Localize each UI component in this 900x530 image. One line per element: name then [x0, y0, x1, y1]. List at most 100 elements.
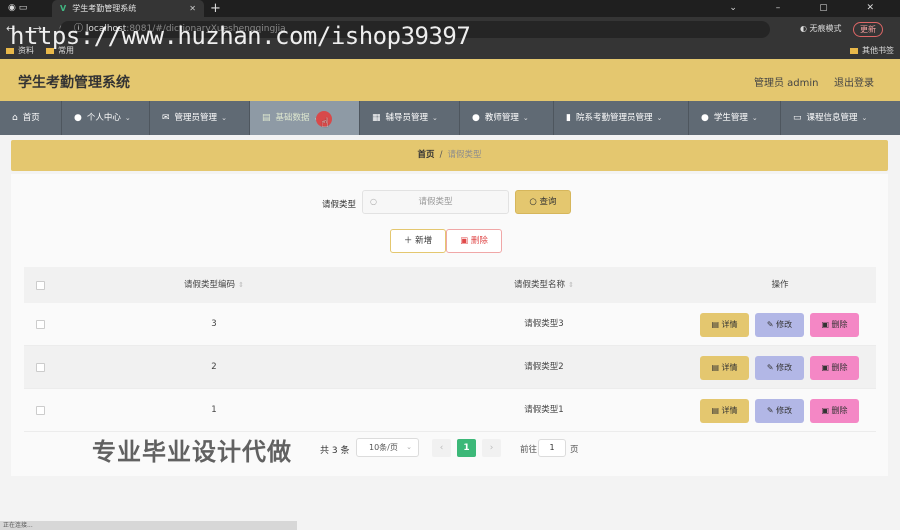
- edit-label: 修改: [776, 320, 793, 329]
- briefcase-icon: ▦: [372, 113, 381, 123]
- table-row: 3 请假类型3 ▤ 详情 ✎ 修改 ▣ 删除: [24, 303, 876, 346]
- chevron-down-icon: ⌄: [861, 114, 868, 122]
- chevron-down-icon: ⌄: [432, 114, 438, 122]
- nav-teacher[interactable]: ● 教师管理 ⌄: [460, 101, 554, 135]
- vue-logo-icon: V: [60, 4, 67, 13]
- edit-label: 修改: [776, 406, 793, 415]
- nav-home[interactable]: ⌂ 首页: [0, 101, 62, 135]
- query-button[interactable]: ○ 查询: [515, 190, 571, 214]
- cell-code: 1: [211, 405, 217, 415]
- cell-name: 请假类型1: [524, 405, 564, 415]
- page-unit-label: 页: [570, 445, 579, 455]
- search-input[interactable]: ○ 请假类型: [362, 190, 509, 214]
- chat-icon: ▤: [262, 113, 271, 123]
- search-placeholder: 请假类型: [418, 197, 453, 207]
- trash-icon: ▣: [821, 320, 832, 329]
- search-icon: ○: [529, 197, 540, 207]
- search-label: 请假类型: [322, 200, 357, 210]
- detail-label: 详情: [721, 363, 738, 372]
- cell-name: 请假类型2: [524, 362, 564, 372]
- browser-tab-strip: ◉ ▭ V 学生考勤管理系统 ✕ + ⌄ – ▢ ✕: [0, 0, 900, 17]
- nav-label: 教师管理: [484, 113, 519, 123]
- column-header-name[interactable]: 请假类型名称 ⇕: [454, 267, 634, 303]
- update-button[interactable]: 更新: [853, 22, 883, 37]
- url-watermark: https://www.huzhan.com/ishop39397: [10, 22, 471, 50]
- nav-label: 学生管理: [713, 113, 748, 123]
- edit-button[interactable]: ✎ 修改: [755, 356, 804, 380]
- batch-delete-label: 删除: [470, 236, 488, 246]
- nav-student[interactable]: ● 学生管理 ⌄: [689, 101, 781, 135]
- nav-dept-attendance[interactable]: ▮ 院系考勤管理员管理 ⌄: [554, 101, 689, 135]
- folder-icon: [850, 47, 858, 54]
- detail-button[interactable]: ▤ 详情: [700, 356, 749, 380]
- sort-icon[interactable]: ⇕: [238, 281, 244, 289]
- close-tab-icon[interactable]: ✕: [189, 0, 196, 17]
- cell-code: 2: [211, 362, 217, 372]
- trash-icon: ▣: [821, 406, 832, 415]
- main-nav: ⌂首页 ●个人中心⌄ ✉管理员管理⌄ ▤基础数据⌄ ▦辅导员管理⌄ ●教师管理⌄…: [0, 101, 900, 135]
- batch-delete-button[interactable]: ▣ 删除: [446, 229, 502, 253]
- goto-page-input[interactable]: 1: [538, 439, 566, 457]
- nav-base-data[interactable]: ▤基础数据⌄: [250, 101, 360, 135]
- cell-name: 请假类型3: [524, 319, 564, 329]
- nav-label: 个人中心: [86, 113, 121, 123]
- column-header-code[interactable]: 请假类型编码 ⇕: [144, 267, 284, 303]
- current-user: 管理员 admin: [754, 78, 819, 89]
- select-all-checkbox[interactable]: [36, 281, 45, 290]
- chevron-down-icon: ⌄: [124, 114, 131, 122]
- breadcrumb-home[interactable]: 首页: [418, 150, 435, 160]
- page-number-current[interactable]: 1: [457, 439, 476, 457]
- row-checkbox[interactable]: [36, 406, 45, 415]
- delete-button[interactable]: ▣ 删除: [810, 399, 859, 423]
- browser-tab-title: 学生考勤管理系统: [72, 4, 137, 13]
- detail-label: 详情: [721, 320, 738, 329]
- delete-button[interactable]: ▣ 删除: [810, 313, 859, 337]
- home-icon: ⌂: [12, 113, 18, 123]
- edit-button[interactable]: ✎ 修改: [755, 313, 804, 337]
- breadcrumb-separator: /: [439, 150, 443, 160]
- nav-label: 课程信息管理: [806, 113, 858, 123]
- add-button[interactable]: ＋ 新增: [390, 229, 446, 253]
- other-bookmarks[interactable]: 其他书签: [850, 42, 894, 59]
- row-checkbox[interactable]: [36, 363, 45, 372]
- row-checkbox[interactable]: [36, 320, 45, 329]
- chevron-down-icon: ⌄: [656, 114, 663, 122]
- incognito-badge[interactable]: ◐ 无痕模式: [800, 23, 842, 34]
- pencil-icon: ✎: [766, 320, 777, 329]
- detail-button[interactable]: ▤ 详情: [700, 313, 749, 337]
- other-bookmarks-label: 其他书签: [862, 46, 894, 55]
- browser-menu-icon[interactable]: ◉ ▭: [8, 3, 27, 13]
- plus-icon: ＋: [403, 236, 416, 246]
- user-icon: ●: [74, 113, 82, 123]
- window-controls[interactable]: ⌄ – ▢ ✕: [729, 0, 892, 17]
- column-header-name-label: 请假类型名称: [514, 280, 566, 290]
- promo-overlay-text: 专业毕业设计代做: [92, 438, 292, 466]
- sort-icon[interactable]: ⇕: [568, 281, 574, 289]
- app-header: 学生考勤管理系统 管理员 admin 退出登录: [0, 59, 900, 101]
- next-page-button[interactable]: ›: [482, 439, 501, 457]
- document-icon: ▤: [711, 406, 722, 415]
- nav-counselor[interactable]: ▦ 辅导员管理 ⌄: [360, 101, 460, 135]
- nav-admin[interactable]: ✉ 管理员管理 ⌄: [150, 101, 250, 135]
- add-button-label: 新增: [415, 236, 433, 246]
- user-icon: ●: [701, 113, 709, 123]
- detail-button[interactable]: ▤ 详情: [700, 399, 749, 423]
- column-header-op: 操作: [771, 280, 789, 290]
- mail-icon: ✉: [162, 113, 170, 123]
- cell-code: 3: [211, 319, 217, 329]
- document-icon: ▤: [711, 320, 722, 329]
- browser-tab[interactable]: V 学生考勤管理系统 ✕: [52, 0, 204, 17]
- nav-course[interactable]: ▭ 课程信息管理 ⌄: [781, 101, 900, 135]
- query-button-label: 查询: [539, 197, 557, 207]
- edit-button[interactable]: ✎ 修改: [755, 399, 804, 423]
- page-size-select[interactable]: 10条/页 ⌄: [356, 438, 419, 457]
- prev-page-button[interactable]: ‹: [432, 439, 451, 457]
- new-tab-icon[interactable]: +: [210, 0, 221, 17]
- nav-profile[interactable]: ● 个人中心 ⌄: [62, 101, 150, 135]
- logout-link[interactable]: 退出登录: [834, 74, 874, 89]
- document-icon: ▤: [711, 363, 722, 372]
- delete-button[interactable]: ▣ 删除: [810, 356, 859, 380]
- incognito-label: 无痕模式: [809, 24, 842, 33]
- nav-label: 首页: [22, 113, 40, 123]
- delete-label: 删除: [831, 363, 848, 372]
